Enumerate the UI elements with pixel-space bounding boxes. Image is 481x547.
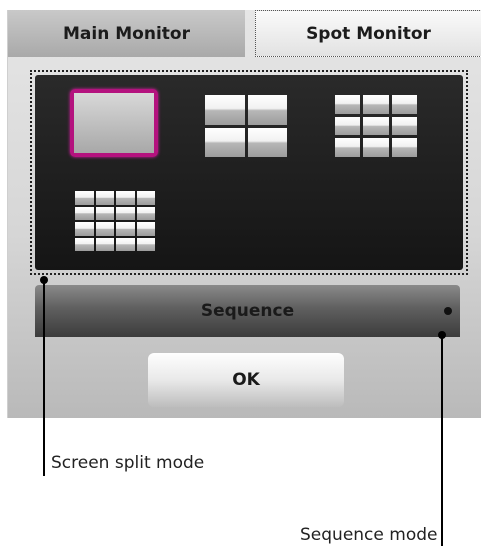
tab-spot-monitor-label: Spot Monitor bbox=[306, 23, 431, 44]
split-cell bbox=[363, 95, 389, 114]
screen-split-area bbox=[35, 75, 463, 270]
split-cell bbox=[335, 95, 361, 114]
split-cell bbox=[116, 191, 135, 205]
sequence-mode-callout: Sequence mode bbox=[300, 525, 438, 545]
split-cell bbox=[205, 95, 245, 125]
split-cell bbox=[136, 222, 155, 236]
split-cell bbox=[75, 191, 94, 205]
split-cell bbox=[247, 95, 287, 125]
split-cell bbox=[74, 93, 154, 153]
split-cell bbox=[335, 116, 361, 136]
tab-main-monitor[interactable]: Main Monitor bbox=[8, 10, 245, 57]
split-cell bbox=[363, 138, 389, 157]
split-cell bbox=[136, 237, 155, 251]
split-cell bbox=[391, 138, 417, 157]
tab-spot-monitor[interactable]: Spot Monitor bbox=[255, 10, 481, 57]
split-cell bbox=[75, 222, 94, 236]
split-cell bbox=[391, 116, 417, 136]
sequence-button[interactable]: Sequence bbox=[35, 285, 460, 337]
split-cell bbox=[136, 206, 155, 220]
split-cell bbox=[363, 116, 389, 136]
screen-split-panel bbox=[30, 70, 468, 275]
split-cell bbox=[95, 237, 114, 251]
sequence-callout-line bbox=[441, 334, 443, 546]
split-cell bbox=[95, 222, 114, 236]
split-cell bbox=[116, 222, 135, 236]
split-cell bbox=[95, 206, 114, 220]
split-cell bbox=[136, 191, 155, 205]
split-4-button[interactable] bbox=[205, 95, 287, 157]
sequence-indicator-dot bbox=[444, 307, 452, 315]
split-cell bbox=[75, 206, 94, 220]
split-9-button[interactable] bbox=[335, 95, 417, 157]
sequence-label: Sequence bbox=[200, 301, 295, 321]
split-cell bbox=[391, 95, 417, 114]
split-cell bbox=[335, 138, 361, 157]
split-16-button[interactable] bbox=[75, 191, 155, 251]
tab-main-monitor-label: Main Monitor bbox=[63, 23, 190, 44]
split-cell bbox=[116, 206, 135, 220]
split-1-button[interactable] bbox=[70, 89, 158, 157]
split-callout-line bbox=[43, 280, 45, 476]
split-cell bbox=[247, 127, 287, 157]
split-cell bbox=[75, 237, 94, 251]
ok-button[interactable]: OK bbox=[148, 353, 344, 407]
split-cell bbox=[205, 127, 245, 157]
ok-label: OK bbox=[232, 370, 260, 390]
split-cell bbox=[95, 191, 114, 205]
monitor-settings-dialog: Main Monitor Spot Monitor Sequence OK bbox=[7, 10, 481, 418]
split-cell bbox=[116, 237, 135, 251]
split-mode-callout: Screen split mode bbox=[51, 453, 205, 473]
